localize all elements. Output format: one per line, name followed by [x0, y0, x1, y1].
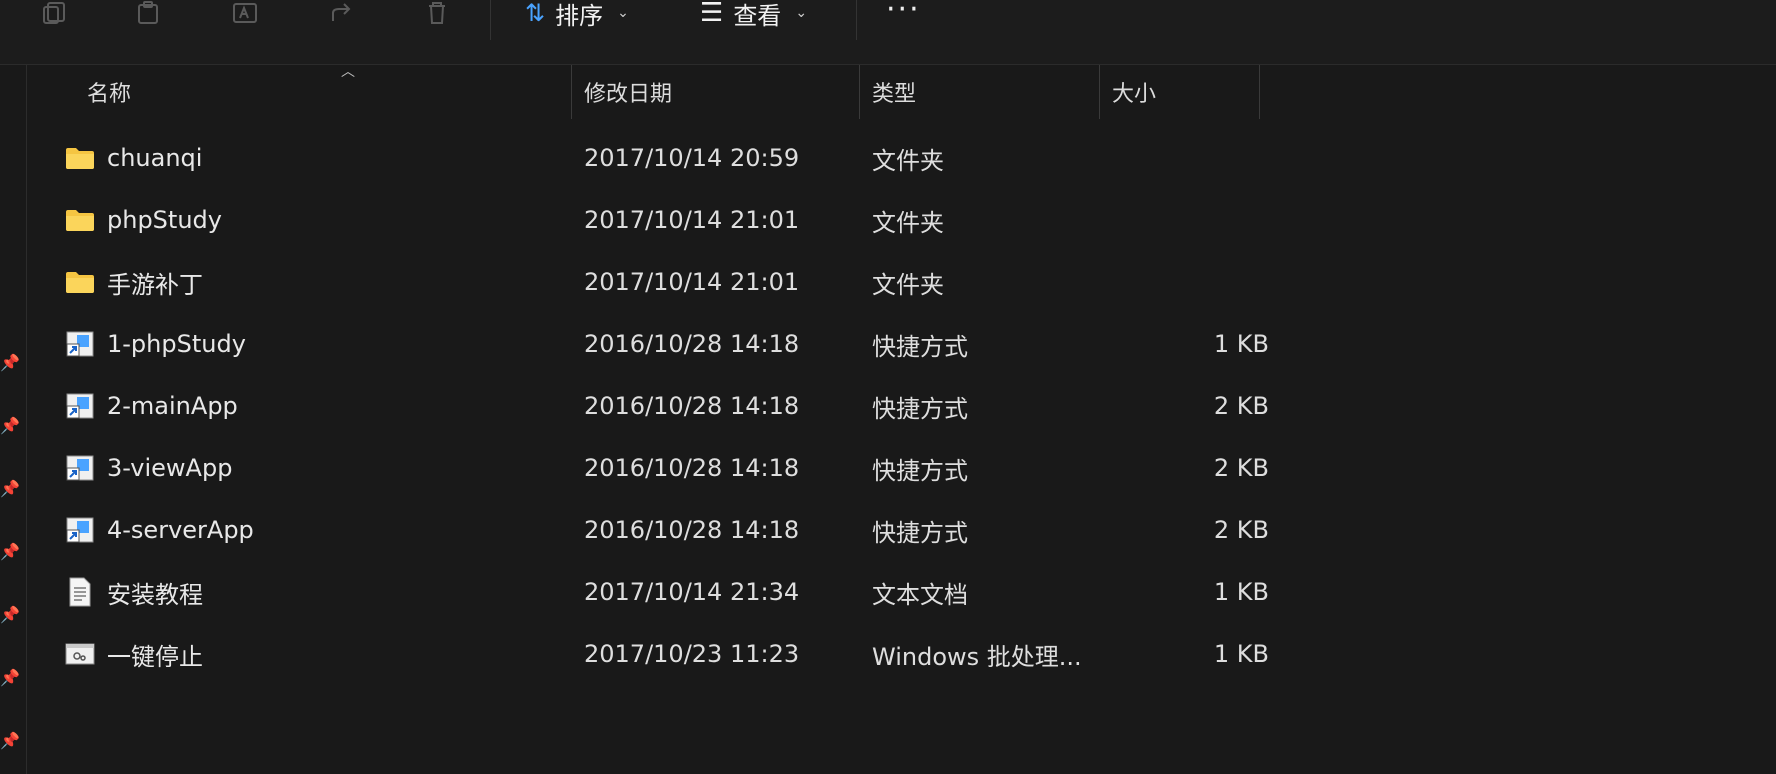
- file-name: 手游补丁: [107, 270, 203, 299]
- toolbar-separator: [490, 0, 491, 40]
- file-row[interactable]: 手游补丁 2017/10/14 21:01 文件夹: [27, 251, 1260, 313]
- file-date: 2017/10/14 21:01: [584, 206, 800, 234]
- file-name-cell: chuanqi: [63, 127, 583, 189]
- file-type: Windows 批处理...: [872, 642, 1082, 671]
- file-name-cell: 安装教程: [63, 561, 583, 623]
- file-name: 安装教程: [107, 580, 203, 609]
- file-row[interactable]: 1-phpStudy 2016/10/28 14:18 快捷方式 1 KB: [27, 313, 1269, 375]
- file-type: 文本文档: [872, 580, 968, 609]
- paste-icon[interactable]: [131, 0, 165, 26]
- file-name-cell: 一键停止: [63, 623, 583, 685]
- command-bar: ⇅ 排序 ⌄ ☰ 查看 ⌄ ···: [0, 0, 1776, 65]
- copy-icon[interactable]: [38, 0, 72, 26]
- file-size: 1 KB: [1213, 640, 1269, 668]
- column-divider[interactable]: [571, 65, 572, 119]
- file-name: 2-mainApp: [107, 392, 238, 420]
- file-row[interactable]: 3-viewApp 2016/10/28 14:18 快捷方式 2 KB: [27, 437, 1269, 499]
- file-name-cell: 2-mainApp: [63, 375, 583, 437]
- file-type: 文件夹: [872, 146, 944, 175]
- column-header-size[interactable]: 大小: [1112, 65, 1156, 119]
- shortcut-icon: [63, 453, 97, 483]
- file-size: 1 KB: [1213, 330, 1269, 358]
- file-date: 2016/10/28 14:18: [584, 516, 800, 544]
- sort-label: 排序: [555, 1, 604, 30]
- shortcut-icon: [63, 391, 97, 421]
- share-icon[interactable]: [325, 0, 359, 26]
- view-button[interactable]: ☰ 查看 ⌄: [700, 0, 808, 30]
- folder-icon: [63, 205, 97, 235]
- file-name: 一键停止: [107, 642, 203, 671]
- pin-icon[interactable]: 📌: [0, 733, 20, 749]
- column-divider[interactable]: [1259, 65, 1260, 119]
- file-row[interactable]: 4-serverApp 2016/10/28 14:18 快捷方式 2 KB: [27, 499, 1269, 561]
- file-row[interactable]: 安装教程 2017/10/14 21:34 文本文档 1 KB: [27, 561, 1269, 623]
- pin-icon[interactable]: 📌: [0, 481, 20, 497]
- file-name-cell: 4-serverApp: [63, 499, 583, 561]
- view-label: 查看: [733, 1, 782, 30]
- sort-icon: ⇅: [525, 0, 546, 27]
- pin-icon[interactable]: 📌: [0, 544, 20, 560]
- sort-ascending-icon: ︿: [341, 64, 355, 80]
- file-size: 2 KB: [1213, 454, 1269, 482]
- chevron-down-icon: ⌄: [795, 5, 808, 21]
- file-name: 1-phpStudy: [107, 330, 246, 358]
- file-date: 2016/10/28 14:18: [584, 330, 800, 358]
- file-name-cell: 3-viewApp: [63, 437, 583, 499]
- file-size: [1117, 189, 1269, 251]
- file-name: 3-viewApp: [107, 454, 233, 482]
- file-name-cell: 手游补丁: [63, 251, 583, 313]
- pin-icon[interactable]: 📌: [0, 418, 20, 434]
- file-date: 2017/10/14 21:34: [584, 578, 800, 606]
- file-row[interactable]: 一键停止 2017/10/23 11:23 Windows 批处理... 1 K…: [27, 623, 1269, 685]
- pin-icon[interactable]: 📌: [0, 355, 20, 371]
- file-type: 文件夹: [872, 270, 944, 299]
- file-name: chuanqi: [107, 144, 203, 172]
- file-name: phpStudy: [107, 206, 222, 234]
- file-date: 2017/10/14 21:01: [584, 268, 800, 296]
- file-size: 1 KB: [1213, 578, 1269, 606]
- file-row[interactable]: 2-mainApp 2016/10/28 14:18 快捷方式 2 KB: [27, 375, 1269, 437]
- folder-icon: [63, 267, 97, 297]
- delete-icon[interactable]: [420, 0, 454, 26]
- file-name-cell: 1-phpStudy: [63, 313, 583, 375]
- file-size: 2 KB: [1213, 392, 1269, 420]
- column-header-name[interactable]: 名称: [87, 65, 131, 119]
- file-size: [1117, 251, 1269, 313]
- column-header-type[interactable]: 类型: [872, 65, 916, 119]
- folder-icon: [63, 143, 97, 173]
- chevron-down-icon: ⌄: [617, 5, 629, 21]
- file-name: 4-serverApp: [107, 516, 254, 544]
- file-date: 2017/10/14 20:59: [584, 144, 800, 172]
- file-type: 快捷方式: [872, 332, 968, 361]
- file-type: 文件夹: [872, 208, 944, 237]
- file-row[interactable]: phpStudy 2017/10/14 21:01 文件夹: [27, 189, 1260, 251]
- shortcut-icon: [63, 329, 97, 359]
- more-options-icon[interactable]: ···: [886, 0, 921, 26]
- file-type: 快捷方式: [872, 456, 968, 485]
- file-size: [1117, 127, 1269, 189]
- text-file-icon: [63, 577, 97, 607]
- column-header-date[interactable]: 修改日期: [584, 65, 672, 119]
- file-size: 2 KB: [1213, 516, 1269, 544]
- file-type: 快捷方式: [872, 518, 968, 547]
- column-divider[interactable]: [1099, 65, 1100, 119]
- shortcut-icon: [63, 515, 97, 545]
- file-date: 2016/10/28 14:18: [584, 454, 800, 482]
- column-divider[interactable]: [859, 65, 860, 119]
- batch-file-icon: [63, 639, 97, 669]
- file-type: 快捷方式: [872, 394, 968, 423]
- navigation-pane: 📌 📌 📌 📌 📌 📌 📌: [0, 65, 27, 774]
- sort-button[interactable]: ⇅ 排序 ⌄: [525, 0, 629, 30]
- file-name-cell: phpStudy: [63, 189, 583, 251]
- column-header: ︿ 名称 修改日期 类型 大小: [27, 65, 1260, 119]
- file-date: 2016/10/28 14:18: [584, 392, 800, 420]
- toolbar-separator: [856, 0, 857, 40]
- view-list-icon: ☰: [700, 0, 724, 28]
- file-date: 2017/10/23 11:23: [584, 640, 800, 668]
- pin-icon[interactable]: 📌: [0, 670, 20, 686]
- rename-icon[interactable]: [228, 0, 262, 26]
- file-row[interactable]: chuanqi 2017/10/14 20:59 文件夹: [27, 127, 1260, 189]
- pin-icon[interactable]: 📌: [0, 607, 20, 623]
